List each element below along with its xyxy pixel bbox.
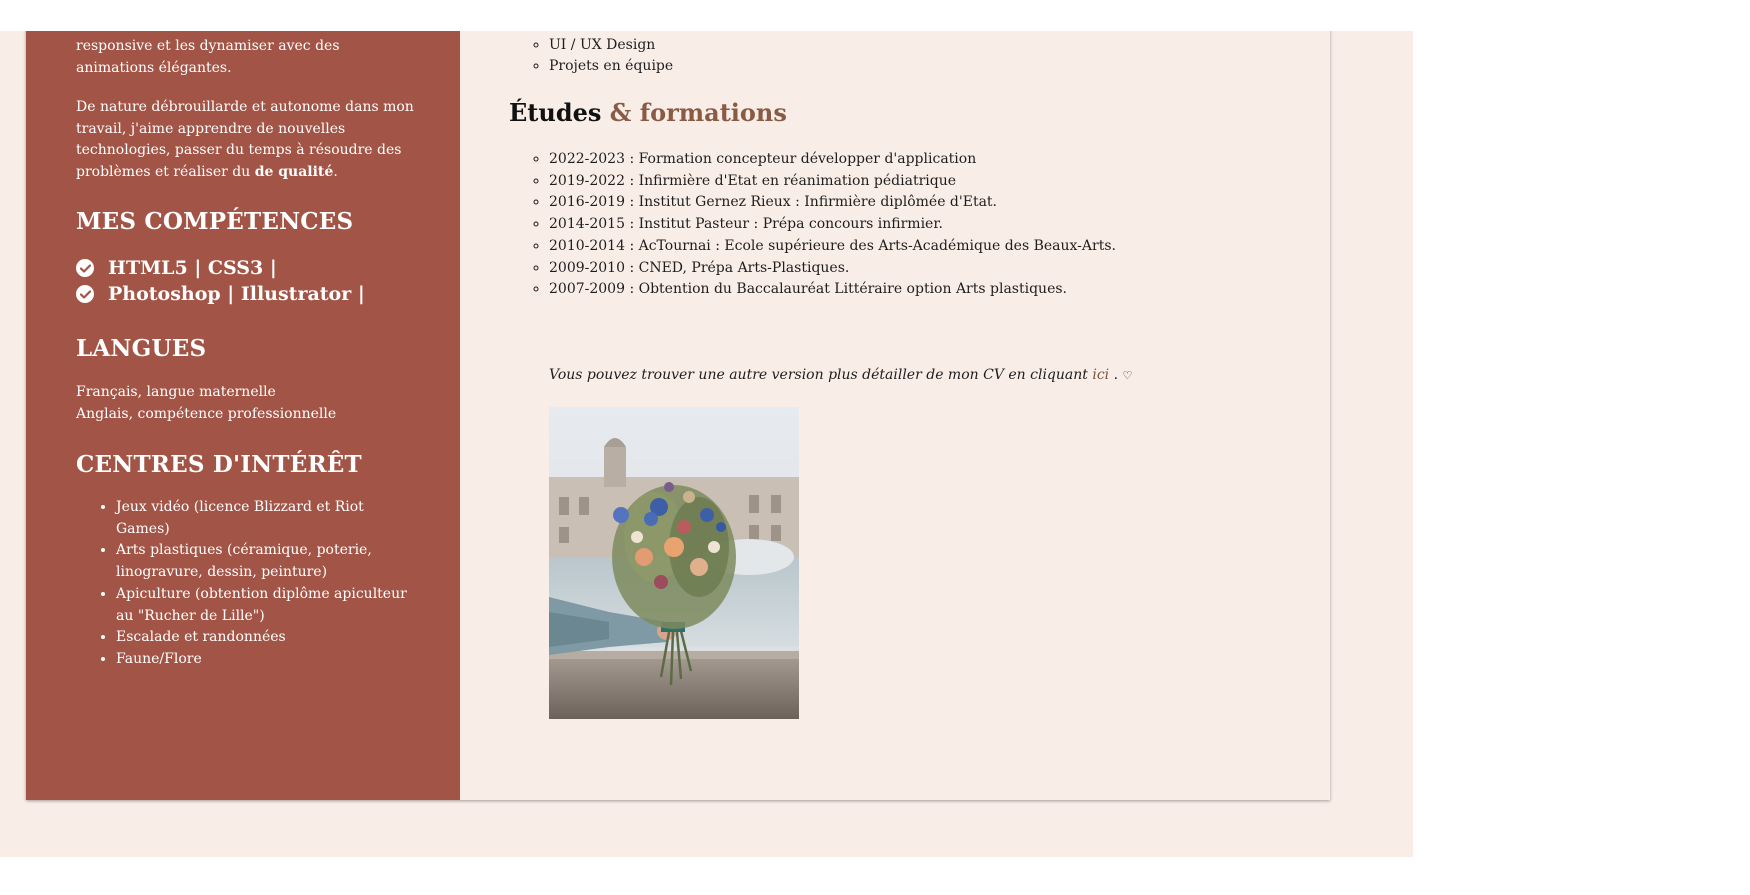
education-list: 2022-2023 : Formation concepteur dévelop… <box>460 149 1116 301</box>
skill-label: Photoshop | Illustrator | <box>108 283 365 305</box>
check-circle-icon <box>76 285 94 303</box>
list-item: 2010-2014 : AcTournai : Ecole supérieure… <box>549 236 1116 258</box>
list-item: 2016-2019 : Institut Gernez Rieux : Infi… <box>549 192 1116 214</box>
education-heading-accent: & formations <box>609 98 787 127</box>
list-item: 2007-2009 : Obtention du Baccalauréat Li… <box>549 279 1116 301</box>
sidebar: responsive et les dynamiser avec des ani… <box>26 0 460 800</box>
languages-heading: LANGUES <box>76 335 207 362</box>
intro-text: De nature débrouillarde et autonome dans… <box>76 99 414 180</box>
main-content: UI / UX Design Projets en équipe Études … <box>460 0 1330 800</box>
list-item: 2014-2015 : Institut Pasteur : Prépa con… <box>549 214 1116 236</box>
language-item: Anglais, compétence professionnelle <box>76 405 337 422</box>
language-item: Français, langue maternelle <box>76 384 276 400</box>
skill-item: Photoshop | Illustrator | <box>76 281 365 307</box>
bouquet-image <box>549 407 799 719</box>
list-item: Faune/Flore <box>116 649 421 671</box>
intro-bold-text: de qualité <box>254 163 334 180</box>
intro-end: . <box>333 163 338 180</box>
skill-label: HTML5 | CSS3 | <box>108 257 277 279</box>
skills-list: HTML5 | CSS3 | Photoshop | Illustrator | <box>76 255 365 307</box>
interests-heading: CENTRES D'INTÉRÊT <box>76 451 362 478</box>
viewport-top-strip <box>0 0 1413 31</box>
cv-note-end: . <box>1109 367 1119 383</box>
education-heading: Études & formations <box>509 98 787 127</box>
bouquet-photo <box>549 407 799 719</box>
heart-icon: ♡ <box>1122 369 1133 382</box>
list-item: 2022-2023 : Formation concepteur dévelop… <box>549 149 1116 171</box>
interests-list: Jeux vidéo (licence Blizzard et Riot Gam… <box>76 497 421 671</box>
list-item: Escalade et randonnées <box>116 627 421 649</box>
skills-heading: MES COMPÉTENCES <box>76 208 354 235</box>
languages-text: Français, langue maternelle Anglais, com… <box>76 382 421 425</box>
list-item: Arts plastiques (céramique, poterie, lin… <box>116 540 421 583</box>
cv-note-text: Vous pouvez trouver une autre version pl… <box>549 367 1088 383</box>
list-item: 2019-2022 : Infirmière d'Etat en réanima… <box>549 171 1116 193</box>
intro-paragraph: De nature débrouillarde et autonome dans… <box>76 97 421 183</box>
list-item: Projets en équipe <box>549 56 673 78</box>
list-item: Jeux vidéo (licence Blizzard et Riot Gam… <box>116 497 421 540</box>
list-item: 2009-2010 : CNED, Prépa Arts-Plastiques. <box>549 258 1116 280</box>
check-circle-icon <box>76 259 94 277</box>
cv-link[interactable]: ici <box>1092 367 1109 383</box>
intro-paragraph-partial: responsive et les dynamiser avec des ani… <box>76 38 340 76</box>
education-heading-plain: Études <box>509 98 602 127</box>
resume-card: responsive et les dynamiser avec des ani… <box>26 0 1330 800</box>
list-item: UI / UX Design <box>549 35 673 57</box>
list-item: Apiculture (obtention diplôme apiculteur… <box>116 584 421 627</box>
skill-item: HTML5 | CSS3 | <box>76 255 365 281</box>
cv-note: Vous pouvez trouver une autre version pl… <box>549 367 1132 383</box>
